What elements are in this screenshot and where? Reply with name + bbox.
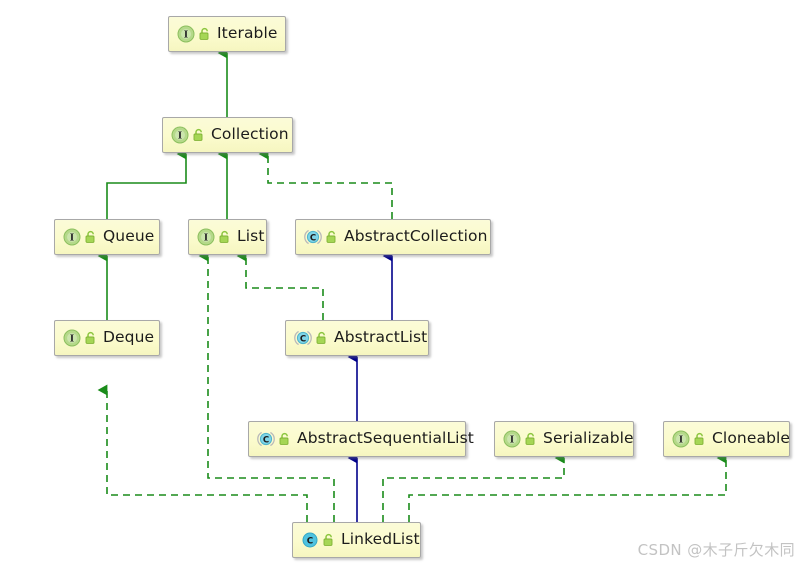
node-serializable[interactable]: I Serializable <box>494 421 634 457</box>
node-label: AbstractList <box>334 328 428 347</box>
node-abstractsequentiallist[interactable]: C AbstractSequentialList <box>248 421 474 457</box>
node-label: List <box>237 227 265 246</box>
svg-text:C: C <box>300 334 306 344</box>
unlock-icon <box>219 230 229 243</box>
node-deque[interactable]: I Deque <box>54 320 160 356</box>
node-label: Iterable <box>217 24 278 43</box>
edge-layer <box>97 47 727 522</box>
watermark-text: CSDN @木子斤欠木同 <box>637 541 795 559</box>
uml-diagram-canvas: I Iterable I Collection I Queue I List C… <box>0 0 804 568</box>
node-label: Serializable <box>543 429 634 448</box>
unlock-icon <box>323 533 333 546</box>
interface-icon: I <box>177 25 195 43</box>
svg-text:C: C <box>310 233 316 243</box>
abstract-class-icon: C <box>304 229 322 245</box>
edge-abstractlist-to-list <box>236 250 324 320</box>
node-abstractcollection[interactable]: C AbstractCollection <box>295 219 491 255</box>
interface-icon: I <box>197 228 215 246</box>
abstract-class-icon: C <box>294 330 312 346</box>
interface-icon: I <box>503 430 521 448</box>
node-label: Queue <box>103 227 155 246</box>
edge-queue-to-collection <box>106 148 187 219</box>
unlock-icon <box>279 432 289 445</box>
interface-icon: I <box>63 228 81 246</box>
abstract-class-icon: C <box>257 431 275 447</box>
edge-abstractcollection-to-collection <box>258 148 393 219</box>
interface-icon: I <box>672 430 690 448</box>
svg-text:C: C <box>263 435 269 445</box>
svg-text:I: I <box>510 435 515 446</box>
unlock-icon <box>199 27 209 40</box>
node-label: Collection <box>211 125 289 144</box>
interface-icon: I <box>63 329 81 347</box>
svg-text:C: C <box>307 536 313 546</box>
node-label: Cloneable <box>712 429 791 448</box>
node-linkedlist[interactable]: C LinkedList <box>292 522 421 558</box>
edge-linkedlist-to-cloneable <box>408 452 727 522</box>
node-iterable[interactable]: I Iterable <box>168 16 286 52</box>
svg-text:I: I <box>184 30 189 41</box>
unlock-icon <box>85 230 95 243</box>
node-collection[interactable]: I Collection <box>162 117 293 153</box>
node-label: AbstractCollection <box>344 227 488 246</box>
svg-text:I: I <box>679 435 684 446</box>
svg-text:I: I <box>204 233 209 244</box>
unlock-icon <box>85 331 95 344</box>
edge-linkedlist-to-serializable <box>382 452 565 522</box>
node-queue[interactable]: I Queue <box>54 219 160 255</box>
svg-text:I: I <box>70 233 75 244</box>
interface-icon: I <box>171 126 189 144</box>
edge-linkedlist-to-list <box>198 250 335 522</box>
unlock-icon <box>694 432 704 445</box>
node-list[interactable]: I List <box>188 219 267 255</box>
node-label: LinkedList <box>341 530 420 549</box>
unlock-icon <box>525 432 535 445</box>
class-icon: C <box>302 532 318 548</box>
unlock-icon <box>193 128 203 141</box>
node-label: AbstractSequentialList <box>297 429 474 448</box>
svg-text:I: I <box>70 334 75 345</box>
node-label: Deque <box>103 328 155 347</box>
unlock-icon <box>326 230 336 243</box>
unlock-icon <box>316 331 326 344</box>
svg-text:I: I <box>178 131 183 142</box>
node-abstractlist[interactable]: C AbstractList <box>285 320 429 356</box>
node-cloneable[interactable]: I Cloneable <box>663 421 790 457</box>
